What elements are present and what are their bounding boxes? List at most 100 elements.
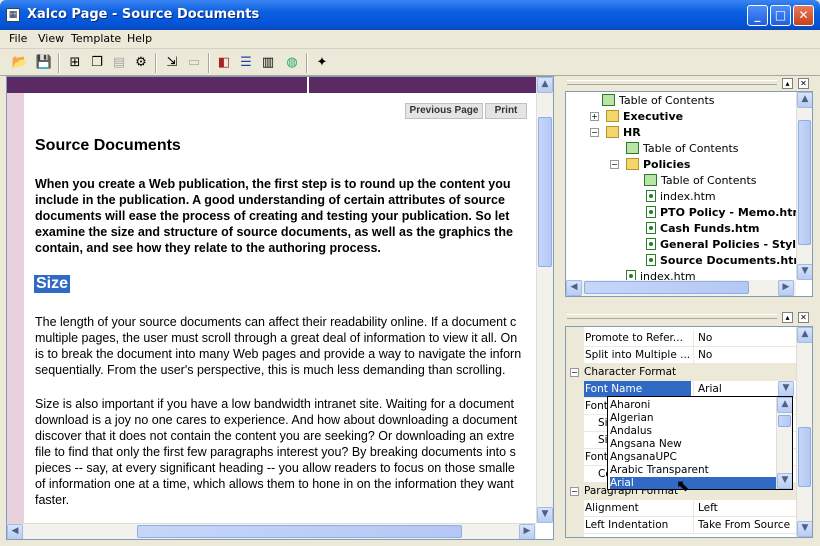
intro-line: examine the size and structure of source… [35,225,513,239]
font-option-selected[interactable]: Arial [610,477,776,489]
scroll-up-button[interactable]: ▲ [537,77,553,93]
pane-splitter[interactable] [555,76,560,540]
tree-node[interactable]: HR [606,125,641,141]
tree-vertical-scrollbar[interactable]: ▲ ▼ [796,92,812,280]
tree-node[interactable]: Table of Contents [602,93,715,109]
para-line: multiple pages, the user must scroll thr… [35,331,518,345]
property-row[interactable]: Left Indentation Take From Source [566,517,796,534]
content-horizontal-scrollbar[interactable]: ◀ ▶ [7,523,536,539]
menu-template[interactable]: Template [71,32,121,45]
open-icon[interactable]: 📂 [9,52,31,74]
collapse-icon[interactable]: − [570,368,579,377]
tree-node[interactable]: Table of Contents [644,173,757,189]
scroll-thumb[interactable] [798,427,811,487]
pane-grip[interactable] [567,80,777,85]
expand-icon[interactable]: + [590,112,599,121]
property-row[interactable]: Split into Multiple ... No [566,347,796,364]
font-option[interactable]: Aharoni [610,399,776,412]
mouse-cursor-icon: ⬉ [676,476,690,495]
menu-file[interactable]: File [9,32,27,45]
export-icon[interactable]: ▭ [183,52,205,74]
left-margin-stripe [7,93,24,523]
layout-icon[interactable]: ▥ [257,52,279,74]
pane-grip[interactable] [567,314,777,319]
paste-icon[interactable]: ▤ [108,52,130,74]
category-character-format[interactable]: − Character Format [566,364,796,381]
menu-view[interactable]: View [38,32,64,45]
toolbar-separator [306,53,308,73]
bookmark-icon[interactable]: ◧ [213,52,235,74]
previous-page-button[interactable]: Previous Page [405,103,483,119]
font-option[interactable]: Angsana New [610,438,776,451]
property-row[interactable]: Alignment Left [566,500,796,517]
site-tree-pane: ▴ ✕ Table of Contents + Executive − HR T… [561,76,815,300]
maximize-button[interactable]: □ [770,5,791,26]
collapse-icon[interactable]: − [570,487,579,496]
hscroll-thumb[interactable] [584,281,749,294]
folder-icon [626,158,639,170]
font-option[interactable]: Andalus [610,425,776,438]
copy-icon[interactable]: ❐ [86,52,108,74]
property-row[interactable]: Promote to Refer... No [566,330,796,347]
document-preview[interactable]: Previous Page Print Source Documents Whe… [6,76,554,540]
dropdown-arrow-icon[interactable]: ▼ [778,381,794,397]
close-button[interactable]: ✕ [793,5,814,26]
tree-node[interactable]: Policies [626,157,690,173]
tree-node[interactable]: PTO Policy - Memo.htm [646,205,804,221]
font-option[interactable]: Algerian [610,412,776,425]
dropdown-scrollbar[interactable]: ▲ ▼ [776,397,792,489]
pane-close-button[interactable]: ✕ [798,78,809,89]
scroll-up-button[interactable]: ▲ [797,92,812,108]
collapse-icon[interactable]: − [610,160,619,169]
print-button[interactable]: Print [485,103,527,119]
tree-node[interactable]: Table of Contents [626,141,739,157]
tree-node[interactable]: index.htm [646,189,716,205]
scroll-right-button[interactable]: ▶ [519,524,535,539]
save-icon[interactable]: 💾 [33,52,55,74]
list-icon[interactable]: ☰ [235,52,257,74]
content-vertical-scrollbar[interactable]: ▲ ▼ [536,77,553,523]
pane-close-button[interactable]: ✕ [798,312,809,323]
scroll-thumb[interactable] [538,117,552,267]
scroll-left-button[interactable]: ◀ [7,524,23,539]
scroll-down-button[interactable]: ▼ [797,521,812,537]
globe-icon[interactable]: ◍ [281,52,303,74]
document-icon [646,190,656,202]
scroll-thumb[interactable] [798,120,811,245]
scroll-right-button[interactable]: ▶ [778,280,794,296]
minimize-button[interactable]: _ [747,5,768,26]
scroll-down-button[interactable]: ▼ [537,507,553,523]
tree-node[interactable]: Cash Funds.htm [646,221,759,237]
tree-icon[interactable]: ⊞ [64,52,86,74]
collapse-icon[interactable]: − [590,128,599,137]
tree-node[interactable]: Executive [606,109,683,125]
scroll-down-button[interactable]: ▼ [797,264,812,280]
hscroll-thumb[interactable] [137,525,462,538]
intro-line: contain, and see how they relate to the … [35,241,381,255]
import-icon[interactable]: ⇲ [161,52,183,74]
intro-line: When you create a Web publication, the f… [35,177,511,191]
wand-icon[interactable]: ✦ [311,52,333,74]
scroll-left-button[interactable]: ◀ [566,280,582,296]
network-icon[interactable]: ⚙ [130,52,152,74]
tree-pane-header: ▴ ✕ [561,76,815,91]
scroll-thumb[interactable] [778,415,791,427]
folder-icon [606,126,619,138]
scroll-up-button[interactable]: ▲ [797,327,812,343]
scroll-down-button[interactable]: ▼ [777,473,792,489]
tree-node[interactable]: Source Documents.htm [646,253,805,269]
title-bar[interactable]: ▦ Xalco Page - Source Documents _ □ ✕ [0,0,820,30]
scroll-up-button[interactable]: ▲ [777,397,792,413]
para-line: file to find that only the first few par… [35,445,516,459]
tree-horizontal-scrollbar[interactable]: ◀ ▶ [566,280,796,296]
pane-float-button[interactable]: ▴ [782,78,793,89]
font-option[interactable]: AngsanaUPC [610,451,776,464]
properties-vertical-scrollbar[interactable]: ▲ ▼ [796,327,812,537]
tree-node[interactable]: General Policies - Styles [646,237,810,253]
font-option[interactable]: Arabic Transparent [610,464,776,477]
menu-help[interactable]: Help [127,32,152,45]
site-tree[interactable]: Table of Contents + Executive − HR Table… [565,91,813,297]
pane-float-button[interactable]: ▴ [782,312,793,323]
size-heading-selected[interactable]: Size [34,275,71,293]
font-name-dropdown-list[interactable]: Aharoni Algerian Andalus Angsana New Ang… [607,396,793,490]
